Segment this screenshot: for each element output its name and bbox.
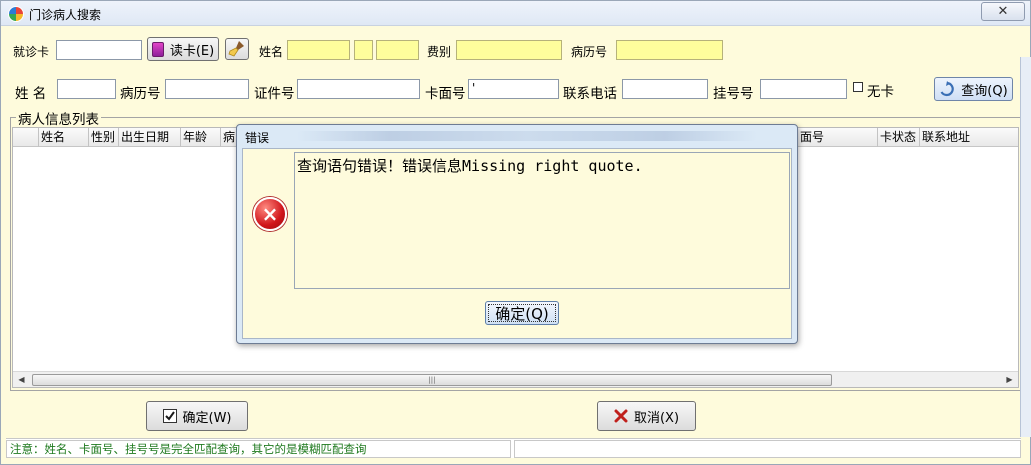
dialog-ok-button[interactable]: 确定(Q) [485, 301, 559, 325]
column-header-name[interactable]: 姓名 [39, 128, 89, 147]
title-bar: 门诊病人搜索 ✕ [1, 1, 1030, 26]
cancel-x-icon [614, 409, 628, 423]
broom-icon [228, 41, 244, 57]
row-indicator-column [13, 128, 39, 147]
search-name-label: 姓 名 [15, 86, 47, 102]
registration-input[interactable] [760, 79, 847, 99]
fee-type-label: 费别 [427, 45, 452, 59]
phone-label: 联系电话 [563, 86, 617, 102]
search-button-label: 查询(Q) [961, 83, 1008, 99]
column-header-birthdate[interactable]: 出生日期 [119, 128, 181, 147]
column-header-gender[interactable]: 性别 [89, 128, 119, 147]
confirm-button-label: 确定(W) [182, 410, 232, 426]
horizontal-scrollbar[interactable]: ◀ ||| ▶ [13, 371, 1018, 387]
window-title: 门诊病人搜索 [29, 8, 102, 22]
dialog-title-blur [297, 131, 757, 141]
card-label: 就诊卡 [13, 45, 50, 59]
card-reader-icon [151, 41, 164, 57]
record-number-label: 病历号 [571, 45, 608, 59]
clear-button[interactable] [225, 38, 249, 60]
read-card-label: 读卡(E) [169, 43, 215, 59]
right-edge-strip [1020, 57, 1031, 437]
scrollbar-thumb[interactable]: ||| [32, 374, 832, 386]
fee-type-readonly-field [456, 40, 562, 60]
error-message-box: 查询语句错误！错误信息Missing right quote. [294, 152, 790, 289]
patient-search-window: 门诊病人搜索 ✕ 就诊卡 读卡(E) 姓名 费别 病历号 姓 名 病历号 证件号… [0, 0, 1031, 465]
card-face-input[interactable]: ' [468, 79, 559, 99]
phone-input[interactable] [622, 79, 708, 99]
app-logo-icon [8, 6, 24, 22]
scroll-left-icon[interactable]: ◀ [13, 372, 30, 388]
error-dialog: 错误 × 查询语句错误！错误信息Missing right quote. 确定(… [236, 124, 798, 344]
gender-readonly-field [354, 40, 373, 60]
checkbox-checked-icon [162, 409, 177, 423]
column-header-card-face[interactable]: 面号 [798, 128, 878, 147]
search-record-input[interactable] [165, 79, 249, 99]
error-icon: × [253, 197, 287, 231]
column-header-address[interactable]: 联系地址 [920, 128, 1020, 147]
name-label: 姓名 [259, 45, 284, 59]
age-readonly-field [376, 40, 419, 60]
no-card-label: 无卡 [867, 84, 894, 100]
column-header-age[interactable]: 年龄 [181, 128, 221, 147]
close-icon: ✕ [997, 4, 1009, 19]
close-button[interactable]: ✕ [981, 2, 1025, 21]
name-readonly-field [287, 40, 350, 60]
refresh-icon [940, 81, 955, 97]
id-number-label: 证件号 [254, 86, 295, 102]
card-number-input[interactable] [56, 40, 142, 60]
read-card-button[interactable]: 读卡(E) [147, 37, 219, 61]
column-header-card-status[interactable]: 卡状态 [878, 128, 920, 147]
status-note: 注意：姓名、卡面号、挂号号是完全匹配查询，其它的是模糊匹配查询 [6, 440, 511, 458]
cancel-button[interactable]: 取消(X) [597, 401, 696, 431]
status-panel-2 [514, 440, 1021, 458]
id-number-input[interactable] [297, 79, 420, 99]
card-face-label: 卡面号 [425, 86, 466, 102]
no-card-checkbox[interactable] [853, 82, 863, 92]
dialog-body: × 查询语句错误！错误信息Missing right quote. 确定(Q) [242, 148, 792, 339]
cancel-button-label: 取消(X) [633, 410, 680, 426]
search-button[interactable]: 查询(Q) [934, 77, 1013, 101]
search-name-input[interactable] [57, 79, 116, 99]
dialog-title: 错误 [245, 131, 270, 145]
patient-list-title: 病人信息列表 [16, 108, 101, 128]
search-record-label: 病历号 [120, 86, 161, 102]
record-number-readonly-field [616, 40, 723, 60]
confirm-button[interactable]: 确定(W) [146, 401, 248, 431]
registration-label: 挂号号 [713, 86, 754, 102]
status-bar: 注意：姓名、卡面号、挂号号是完全匹配查询，其它的是模糊匹配查询 [6, 438, 1021, 458]
scroll-right-icon[interactable]: ▶ [1001, 372, 1018, 388]
